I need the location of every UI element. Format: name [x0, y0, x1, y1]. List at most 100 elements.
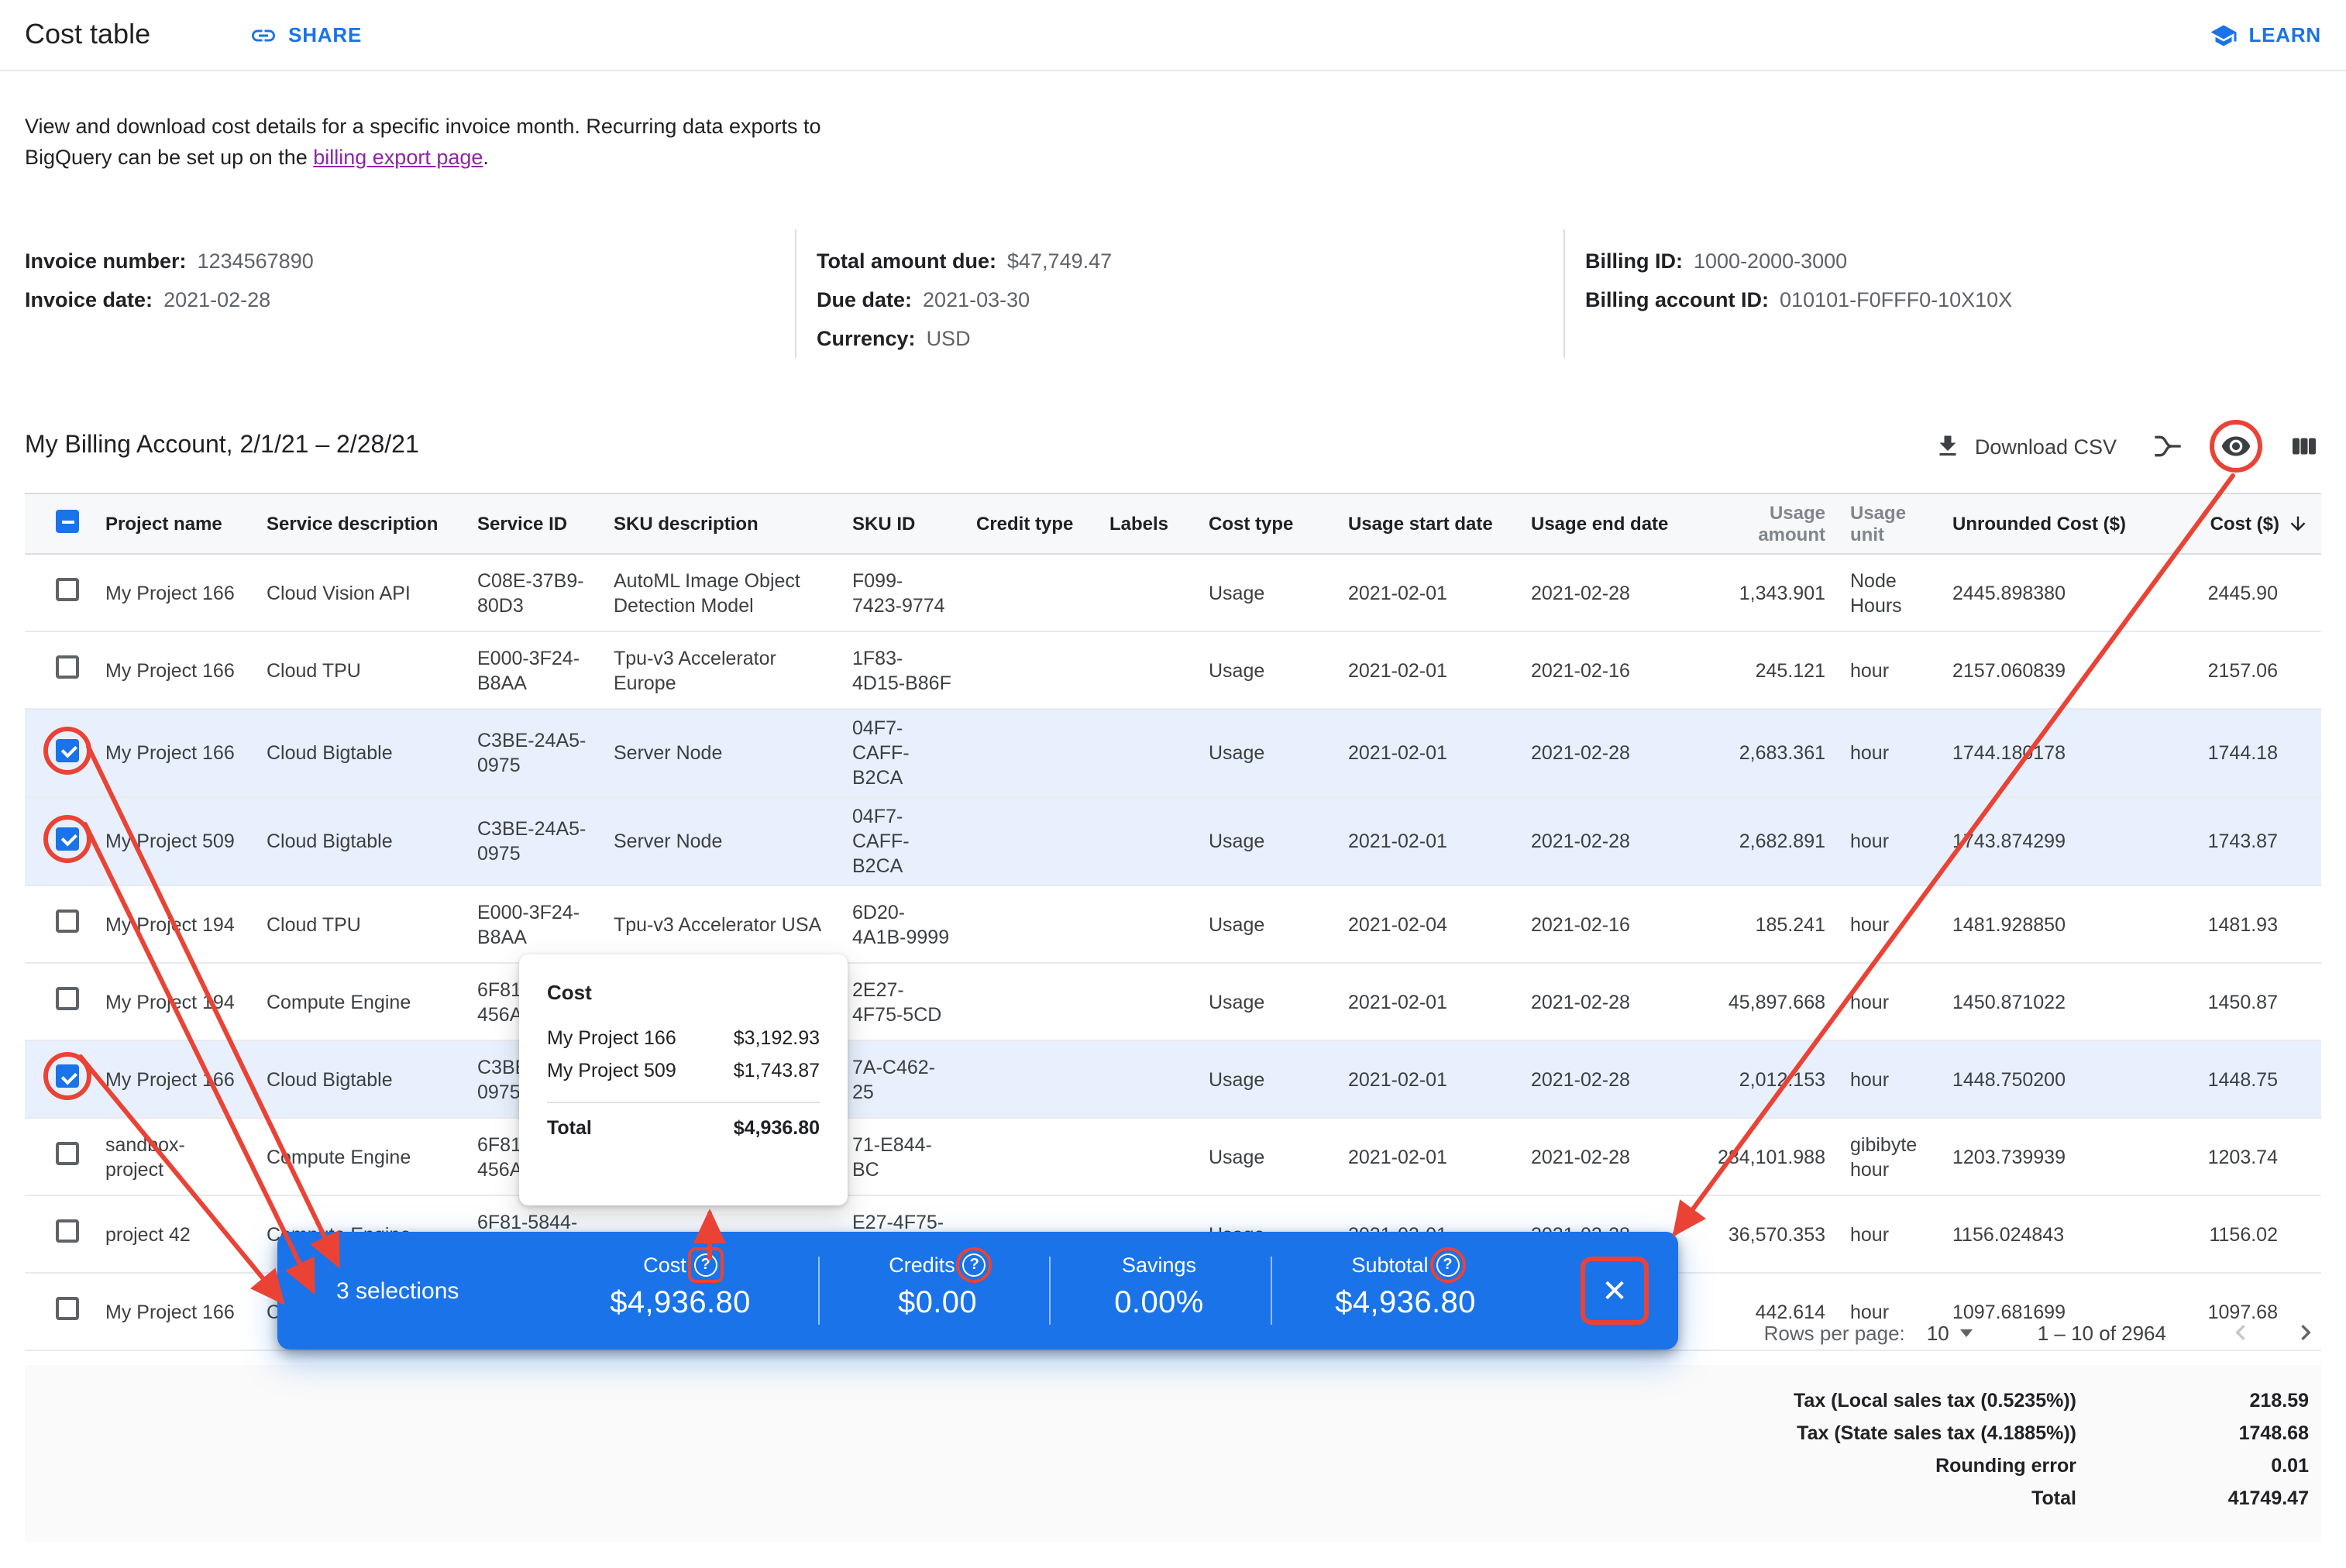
page-header: Cost table SHARE LEARN	[0, 0, 2346, 71]
column-header: Project name	[93, 493, 254, 554]
cell-credit-type	[964, 1040, 1097, 1118]
selection-metric-savings: Savings0.00%	[1058, 1252, 1260, 1322]
table-actions: Download CSV	[1935, 429, 2321, 463]
help-icon[interactable]: ?	[963, 1253, 986, 1277]
cell-service: Cloud Vision API	[254, 554, 465, 631]
cell-credit-type	[964, 554, 1097, 631]
cell-sku-desc: Tpu-v3 Accelerator Europe	[601, 631, 840, 709]
cell-end: 2021-02-28	[1519, 709, 1698, 797]
help-icon[interactable]: ?	[1436, 1253, 1460, 1277]
cell-sku-desc: AutoML Image Object Detection Model	[601, 554, 840, 631]
share-button[interactable]: SHARE	[249, 21, 362, 49]
column-display-button[interactable]	[2287, 429, 2321, 463]
column-header: SKU ID	[840, 493, 964, 554]
row-checkbox[interactable]	[56, 1219, 79, 1243]
cell-labels	[1097, 885, 1196, 963]
select-all-checkbox[interactable]	[56, 510, 79, 533]
previous-page-button[interactable]	[2225, 1317, 2256, 1348]
learn-button[interactable]: LEARN	[2210, 21, 2321, 49]
row-checkbox[interactable]	[56, 1142, 79, 1165]
cell-cost: 1448.75	[2141, 1040, 2321, 1118]
cell-unrounded: 1450.871022	[1940, 963, 2141, 1040]
next-page-button[interactable]	[2290, 1317, 2321, 1348]
cell-sku-id: 04F7-CAFF-B2CA	[840, 709, 964, 797]
cell-cost-type: Usage	[1196, 963, 1336, 1040]
column-header: Service description	[254, 493, 465, 554]
cell-project: My Project 194	[93, 885, 254, 963]
invoice-field: Invoice number:1234567890	[25, 242, 795, 280]
cell-unit: gibibyte hour	[1838, 1118, 1940, 1195]
cell-start: 2021-02-01	[1336, 797, 1519, 885]
cell-labels	[1097, 1040, 1196, 1118]
download-csv-button[interactable]: Download CSV	[1935, 432, 2117, 460]
total-label: Tax (State sales tax (4.1885%))	[1797, 1418, 2076, 1450]
invoice-field: Total amount due:$47,749.47	[817, 242, 1563, 280]
row-checkbox[interactable]	[56, 987, 79, 1010]
row-select-cell	[25, 1118, 93, 1195]
row-select-cell	[25, 885, 93, 963]
column-header: Labels	[1097, 493, 1196, 554]
selection-metric-subtotal: Subtotal?$4,936.80	[1289, 1252, 1522, 1322]
invoice-field-label: Invoice number:	[25, 249, 187, 273]
billing-export-link[interactable]: billing export page	[313, 146, 483, 169]
preview-button[interactable]	[2219, 429, 2253, 463]
help-icon[interactable]: ?	[694, 1253, 717, 1277]
cell-end: 2021-02-28	[1519, 1118, 1698, 1195]
cell-amount: 45,897.668	[1698, 963, 1838, 1040]
cell-project: My Project 166	[93, 631, 254, 709]
table-row: My Project 166Cloud BigtableC3BE-24A5-09…	[25, 1040, 2321, 1118]
tooltip-project-cost: $3,192.93	[734, 1023, 820, 1055]
invoice-field-label: Total amount due:	[817, 249, 996, 273]
cell-end: 2021-02-28	[1519, 797, 1698, 885]
flow-chart-icon[interactable]	[2151, 429, 2185, 463]
invoice-field: Billing account ID:010101-F0FFF0-10X10X	[1585, 280, 2321, 319]
cell-credit-type	[964, 963, 1097, 1040]
cell-service: Cloud TPU	[254, 885, 465, 963]
cell-service-id: C3BE-24A5-0975	[465, 709, 601, 797]
cell-cost-type: Usage	[1196, 554, 1336, 631]
tooltip-total-value: $4,936.80	[734, 1117, 820, 1139]
download-icon	[1935, 432, 1962, 460]
table-row: My Project 194Cloud TPUE000-3F24-B8AATpu…	[25, 885, 2321, 963]
cell-sku-id: 7A-C462-25	[840, 1040, 964, 1118]
row-select-cell	[25, 1195, 93, 1273]
row-checkbox[interactable]	[56, 910, 79, 933]
sort-descending-icon[interactable]	[2287, 513, 2309, 535]
cell-service: Cloud Bigtable	[254, 709, 465, 797]
selection-metric-cost: Cost?$4,936.80	[580, 1252, 781, 1322]
table-row: My Project 166Cloud Vision APIC08E-37B9-…	[25, 554, 2321, 631]
row-checkbox[interactable]	[56, 1064, 79, 1088]
cell-unrounded: 2157.060839	[1940, 631, 2141, 709]
cell-sku-id: 04F7-CAFF-B2CA	[840, 797, 964, 885]
row-checkbox[interactable]	[56, 827, 79, 850]
selection-count: 3 selections	[336, 1232, 459, 1350]
page-title: Cost table	[25, 19, 150, 51]
metric-label: Cost	[643, 1253, 686, 1277]
cell-start: 2021-02-01	[1336, 631, 1519, 709]
cell-amount: 284,101.988	[1698, 1118, 1838, 1195]
row-checkbox[interactable]	[56, 1297, 79, 1320]
tooltip-rows: My Project 166$3,192.93My Project 509$1,…	[547, 1023, 820, 1088]
metric-value: 0.00%	[1058, 1286, 1260, 1322]
row-checkbox[interactable]	[56, 738, 79, 762]
metric-divider	[1049, 1257, 1051, 1325]
close-selection-button[interactable]: ✕	[1584, 1260, 1646, 1322]
tax-totals-section: Tax (Local sales tax (0.5235%))218.59Tax…	[25, 1365, 2321, 1542]
invoice-column-1: Invoice number:1234567890Invoice date:20…	[25, 229, 795, 358]
column-header: Credit type	[964, 493, 1097, 554]
rows-per-page-select[interactable]: 10	[1927, 1321, 1973, 1344]
cell-sku-id: F099-7423-9774	[840, 554, 964, 631]
column-header: Service ID	[465, 493, 601, 554]
cell-credit-type	[964, 1118, 1097, 1195]
invoice-field: Invoice date:2021-02-28	[25, 280, 795, 319]
table-row: My Project 166Cloud BigtableC3BE-24A5-09…	[25, 709, 2321, 797]
cell-start: 2021-02-01	[1336, 963, 1519, 1040]
row-checkbox[interactable]	[56, 655, 79, 679]
cell-sku-id: 2E27-4F75-5CD	[840, 963, 964, 1040]
cell-project: sandbox-project	[93, 1118, 254, 1195]
cell-credit-type	[964, 709, 1097, 797]
cell-sku-desc: Server Node	[601, 709, 840, 797]
cell-project: My Project 166	[93, 554, 254, 631]
cell-labels	[1097, 554, 1196, 631]
row-checkbox[interactable]	[56, 578, 79, 601]
